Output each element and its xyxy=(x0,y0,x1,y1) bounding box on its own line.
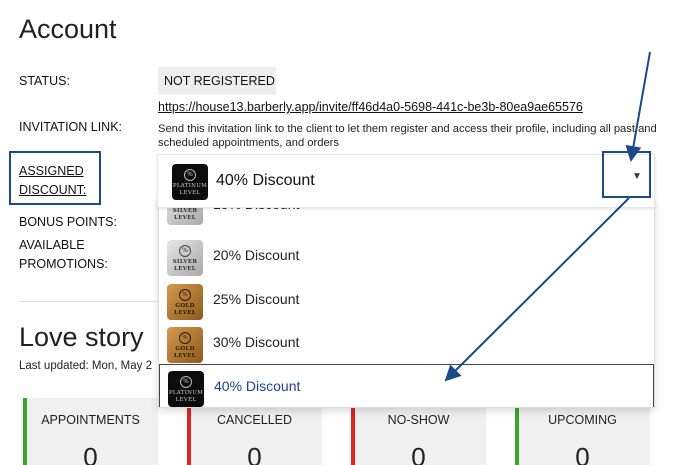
silver-level-badge-icon: % SILVER LEVEL xyxy=(167,240,203,276)
gold-level-badge-icon: % GOLD LEVEL xyxy=(167,284,203,320)
stat-card-appointments: APPOINTMENTS 0 xyxy=(23,398,158,465)
dropdown-option-label: 20% Discount xyxy=(213,247,300,263)
status-badge: NOT REGISTERED xyxy=(158,67,276,95)
stat-card-upcoming: UPCOMING 0 xyxy=(515,398,650,465)
gold-level-badge-icon: % GOLD LEVEL xyxy=(167,327,203,363)
stat-count: 0 xyxy=(575,442,590,465)
assigned-discount-label: ASSIGNED DISCOUNT: xyxy=(19,162,86,200)
status-label: STATUS: xyxy=(19,74,70,88)
available-promotions-line1: AVAILABLE xyxy=(19,238,85,252)
section-divider xyxy=(19,301,159,302)
dropdown-option[interactable]: % GOLD LEVEL 25% Discount xyxy=(159,278,654,322)
love-story-title: Love story xyxy=(19,322,144,352)
stat-label: NO-SHOW xyxy=(387,413,450,427)
stat-label: UPCOMING xyxy=(548,413,617,427)
stat-card-cancelled: CANCELLED 0 xyxy=(187,398,322,465)
assigned-discount-label-line1: ASSIGNED xyxy=(19,164,84,178)
assigned-discount-label-line2: DISCOUNT: xyxy=(19,183,87,197)
invitation-label: INVITATION LINK: xyxy=(19,120,123,134)
last-updated-text: Last updated: Mon, May 2 xyxy=(19,360,152,372)
stat-card-no-show: NO-SHOW 0 xyxy=(351,398,486,465)
dropdown-option[interactable]: % GOLD LEVEL 30% Discount xyxy=(159,321,654,365)
account-title: Account xyxy=(19,14,117,44)
dropdown-option-label: 40% Discount xyxy=(214,378,301,394)
stat-count: 0 xyxy=(83,442,98,465)
invitation-help-text: Send this invitation link to the client … xyxy=(158,123,657,149)
dropdown-caret-highlight xyxy=(602,151,651,198)
bonus-points-label: BONUS POINTS: xyxy=(19,215,117,229)
stat-count: 0 xyxy=(411,442,426,465)
stat-count: 0 xyxy=(247,442,262,465)
dropdown-option-label: 30% Discount xyxy=(213,334,300,350)
dropdown-option-selected[interactable]: % PLATINUM LEVEL 40% Discount xyxy=(159,364,654,407)
available-promotions-line2: PROMOTIONS: xyxy=(19,257,108,271)
discount-dropdown-list: % SILVER LEVEL 15% Discount % SILVER LEV… xyxy=(158,199,655,408)
assigned-discount-select[interactable]: % PLATINUM LEVEL 40% Discount xyxy=(157,154,655,208)
platinum-level-badge-icon: % PLATINUM LEVEL xyxy=(172,164,208,200)
available-promotions-label: AVAILABLE PROMOTIONS: xyxy=(19,236,108,274)
dropdown-option[interactable]: % SILVER LEVEL 20% Discount xyxy=(159,234,654,278)
stat-label: CANCELLED xyxy=(216,413,293,427)
stat-label: APPOINTMENTS xyxy=(41,413,140,427)
platinum-level-badge-icon: % PLATINUM LEVEL xyxy=(168,371,204,407)
chevron-down-icon[interactable]: ▼ xyxy=(632,171,642,182)
dropdown-option-label: 25% Discount xyxy=(213,291,300,307)
selected-discount-label: 40% Discount xyxy=(216,172,315,189)
invitation-link[interactable]: https://house13.barberly.app/invite/ff46… xyxy=(158,100,583,114)
